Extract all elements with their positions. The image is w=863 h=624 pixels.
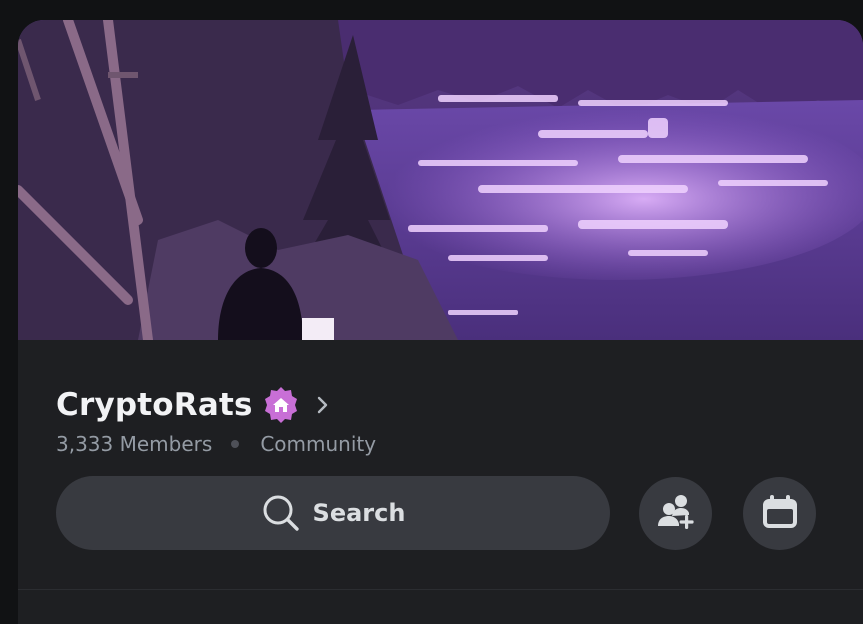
server-title[interactable]: CryptoRats [56,383,330,427]
server-panel: CryptoRats 3,333 Members Community Searc… [18,20,863,624]
search-label: Search [312,499,406,527]
section-divider [18,589,863,590]
invite-members-button[interactable] [639,477,712,550]
server-name: CryptoRats [56,387,253,423]
add-member-icon [656,492,696,536]
search-button[interactable]: Search [56,476,610,550]
server-type: Community [260,432,377,456]
server-banner-image [18,20,863,340]
calendar-icon [760,492,800,536]
community-home-badge-icon [262,386,300,424]
events-button[interactable] [743,477,816,550]
chevron-right-icon [316,395,330,415]
member-count: 3,333 Members [56,432,213,456]
search-icon [261,493,301,533]
separator-dot [231,440,240,448]
server-meta: 3,333 Members Community [56,429,376,459]
